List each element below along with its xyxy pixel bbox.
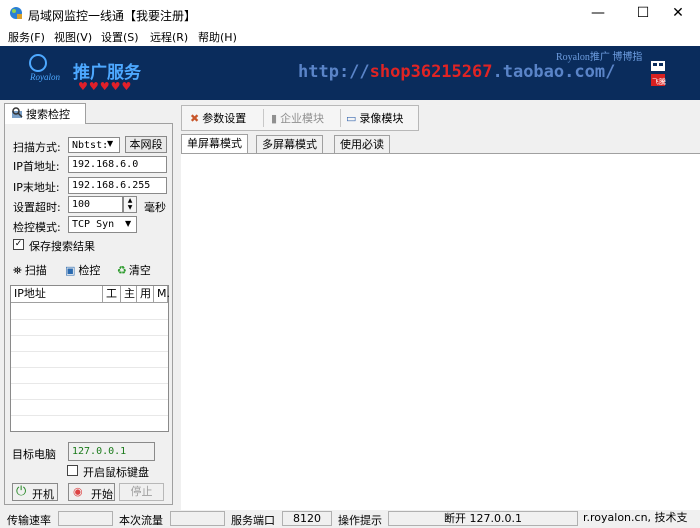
start-button[interactable]: ◉ 开始 <box>68 483 115 501</box>
column-header-ip[interactable]: IP地址 <box>11 286 103 302</box>
keyboard-checkbox[interactable] <box>67 465 78 476</box>
close-button[interactable]: ✕ <box>655 0 700 27</box>
toolbar-divider <box>340 109 341 127</box>
search-monitor-icon <box>12 107 23 118</box>
menu-service[interactable]: 服务(F) <box>8 29 45 45</box>
menu-view[interactable]: 视图(V) <box>54 29 92 45</box>
toolbar-divider <box>263 109 264 127</box>
tab-multi-screen[interactable]: 多屏幕模式 <box>256 135 323 154</box>
clear-button-label: 清空 <box>128 264 151 277</box>
target-label: 目标电脑 <box>12 448 56 461</box>
window-title: 局域网监控一线通【我要注册】 <box>28 9 197 23</box>
port-label: 服务端口 <box>231 514 275 527</box>
url-suffix: .taobao.com/ <box>492 62 616 82</box>
table-row <box>11 415 168 416</box>
enterprise-label: 企业模块 <box>280 112 325 125</box>
ip-end-label: IP末地址: <box>13 181 60 194</box>
column-header-user[interactable]: 用 <box>137 286 154 302</box>
table-row <box>11 351 168 352</box>
hint-label: 操作提示 <box>338 514 382 527</box>
start-icon: ◉ <box>73 485 83 498</box>
menu-help[interactable]: 帮助(H) <box>198 29 237 45</box>
power-button-label: 开机 <box>32 488 54 501</box>
scan-button[interactable]: ⛯ 扫描 <box>13 262 47 278</box>
video-icon: ▭ <box>346 112 357 125</box>
tab-single-screen[interactable]: 单屏幕模式 <box>181 134 248 154</box>
menu-remote[interactable]: 远程(R) <box>150 29 188 45</box>
scan-mode-value: Nbtst: <box>72 140 109 151</box>
port-value: 8120 <box>282 511 332 526</box>
hint-value: 断开 127.0.0.1 <box>388 511 578 526</box>
banner-hearts: ♥♥♥♥♥ <box>78 80 133 93</box>
column-header-host[interactable]: 主 <box>121 286 137 302</box>
save-results-checkbox[interactable]: ✓ <box>13 239 24 250</box>
keyboard-label: 开启鼠标键盘 <box>83 466 149 479</box>
power-icon: ⏻ <box>16 484 27 499</box>
rate-label: 传输速率 <box>7 514 51 527</box>
power-button[interactable]: ⏻ 开机 <box>12 483 58 501</box>
local-segment-button[interactable]: 本网段 <box>125 136 167 153</box>
timeout-unit: 毫秒 <box>144 201 166 214</box>
timeout-spinner[interactable]: ▲ ▼ <box>123 196 137 213</box>
ip-table[interactable]: IP地址 工 主 用 M. <box>10 285 170 432</box>
enterprise-icon: ▮ <box>271 112 278 125</box>
url-prefix: http:// <box>298 62 370 82</box>
tab-readme[interactable]: 使用必读 <box>334 135 390 154</box>
tools-icon: ✖ <box>190 112 200 125</box>
tab-search-monitor-label: 搜索检控 <box>26 108 70 121</box>
monitor-button-label: 检控 <box>78 264 101 277</box>
ip-end-input[interactable]: 192.168.6.255 <box>68 177 167 194</box>
stop-button[interactable]: 停止 <box>119 483 164 501</box>
timeout-input[interactable]: 100 <box>68 196 123 213</box>
ip-start-input[interactable]: 192.168.6.0 <box>68 156 167 173</box>
menu-settings[interactable]: 设置(S) <box>101 29 139 45</box>
record-label: 录像模块 <box>359 112 404 125</box>
timeout-label: 设置超时: <box>13 201 61 214</box>
banner-small-text: Royalon推广 博博指 <box>556 52 643 63</box>
params-button[interactable]: ✖ 参数设置 <box>190 110 246 126</box>
url-shop: shop36215267 <box>369 62 493 82</box>
clear-button[interactable]: ♻ 清空 <box>117 262 151 278</box>
enterprise-button[interactable]: ▮ 企业模块 <box>271 110 324 126</box>
detect-mode-label: 检控模式: <box>13 221 61 234</box>
header-divider <box>11 302 168 303</box>
minimize-button[interactable]: — <box>575 0 621 27</box>
chevron-down-icon: ▼ <box>125 219 132 228</box>
params-label: 参数设置 <box>202 112 247 125</box>
column-header-work[interactable]: 工 <box>103 286 121 302</box>
table-row <box>11 335 168 336</box>
chevron-down-icon: ▼ <box>107 139 114 148</box>
ip-start-label: IP首地址: <box>13 160 60 173</box>
save-results-label: 保存搜索结果 <box>29 240 95 253</box>
table-row <box>11 383 168 384</box>
traffic-value <box>170 511 225 526</box>
banner-url[interactable]: http://shop36215267.taobao.com/ <box>298 62 615 82</box>
column-header-mac[interactable]: M. <box>154 286 170 302</box>
target-input[interactable]: 127.0.0.1 <box>68 442 155 461</box>
table-row <box>11 399 168 400</box>
record-button[interactable]: ▭ 录像模块 <box>346 110 403 126</box>
detect-mode-value: TCP Syn <box>72 219 115 230</box>
scan-button-label: 扫描 <box>24 264 47 277</box>
scan-mode-label: 扫描方式: <box>13 141 61 154</box>
table-row <box>11 367 168 368</box>
app-icon <box>10 7 22 19</box>
monitor-button[interactable]: ▣ 检控 <box>65 262 100 278</box>
start-button-label: 开始 <box>91 488 113 501</box>
logo-text: Royalon <box>29 72 60 82</box>
screen-view-area[interactable] <box>181 153 700 510</box>
table-row <box>11 319 168 320</box>
banner[interactable]: Royalon 推广服务 ♥♥♥♥♥ Royalon推广 博博指 http://… <box>0 46 700 100</box>
recycle-icon: ♻ <box>117 264 127 277</box>
scan-icon: ⛯ <box>13 264 22 277</box>
traffic-label: 本次流量 <box>119 514 163 527</box>
site-text: r.royalon.cn, 技术支 <box>583 511 700 526</box>
rate-value <box>58 511 113 526</box>
royalon-logo-icon: Royalon <box>29 54 60 82</box>
monitor-icon: ▣ <box>65 264 76 277</box>
corner-badge-icon: 飞騰 <box>651 61 666 86</box>
corner-text: 飞騰 <box>652 77 666 86</box>
